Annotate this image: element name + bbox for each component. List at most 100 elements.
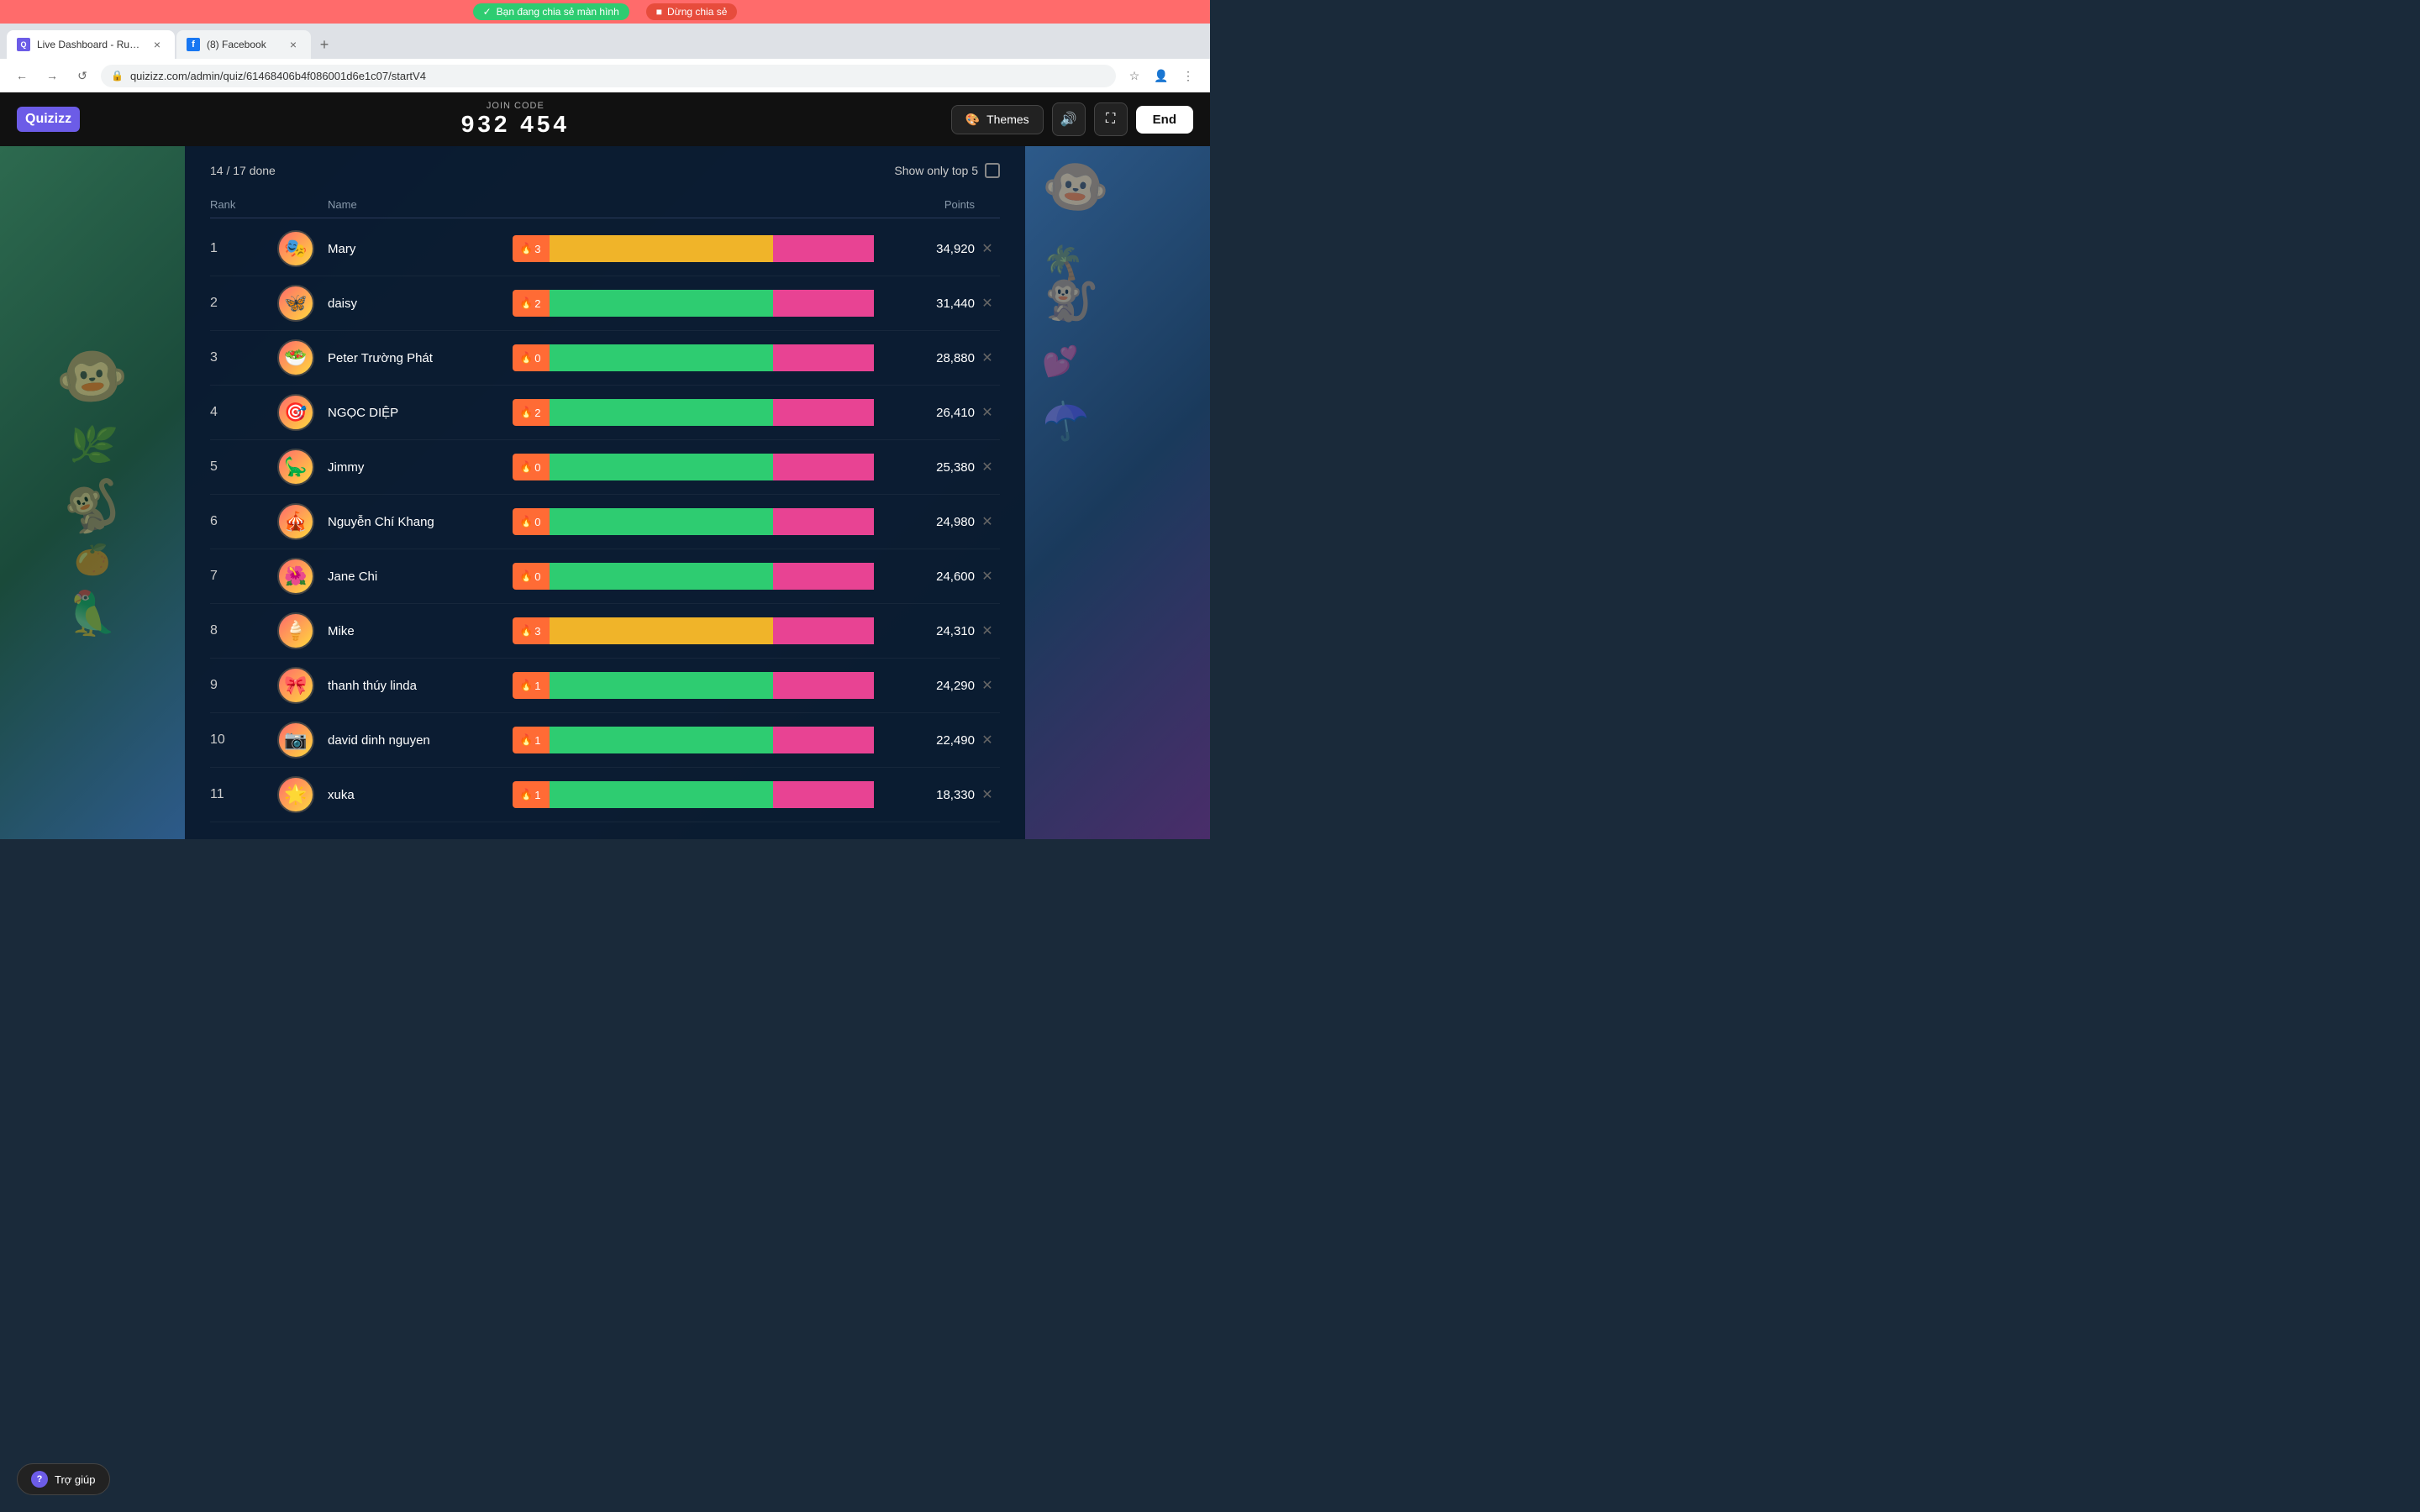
new-tab-button[interactable]: +	[313, 33, 336, 56]
stop-share-button[interactable]: ■ Dừng chia sẻ	[646, 3, 738, 20]
parrot-left: 🦜	[63, 585, 122, 642]
app-header: Quizizz JOIN CODE 932 454 🎨 Themes 🔊 ⛶ E…	[0, 92, 1210, 146]
streak-count: 2	[534, 297, 540, 310]
refresh-button[interactable]: ↺	[71, 64, 94, 87]
streak-count: 0	[534, 516, 540, 528]
remove-button[interactable]: ✕	[975, 404, 1000, 421]
bar-pink	[773, 399, 874, 426]
header-center: JOIN CODE 932 454	[461, 101, 570, 138]
remove-button[interactable]: ✕	[975, 459, 1000, 475]
bar-cell: 🔥 0	[513, 454, 874, 480]
right-decoration: 🐵 🌴 🐒 💕 ☂️	[1025, 146, 1210, 839]
remove-button[interactable]: ✕	[975, 677, 1000, 694]
remove-button[interactable]: ✕	[975, 622, 1000, 639]
url-bar[interactable]: 🔒 quizizz.com/admin/quiz/61468406b4f0860…	[101, 65, 1116, 87]
points-cell: 24,310	[874, 624, 975, 638]
profile-button[interactable]: 👤	[1150, 64, 1173, 87]
points-cell: 18,330	[874, 788, 975, 802]
help-label: Trợ giúp	[55, 1473, 96, 1486]
table-row: 6 🎪 Nguyễn Chí Khang 🔥 0 24,980 ✕	[210, 495, 1000, 549]
bar-cell: 🔥 3	[513, 617, 874, 644]
name-cell: Jimmy	[328, 460, 513, 475]
tab-quizizz[interactable]: Q Live Dashboard - Running ×	[7, 30, 175, 59]
leaderboard-table: 1 🎭 Mary 🔥 3 34,920 ✕ 2 🦋 daisy	[210, 222, 1000, 822]
browser-chrome: ✓ Bạn đang chia sẻ màn hình ■ Dừng chia …	[0, 0, 1210, 92]
streak-badge: 🔥 3	[513, 617, 550, 644]
name-header: Name	[328, 198, 513, 211]
stop-icon: ■	[656, 6, 662, 18]
remove-button[interactable]: ✕	[975, 568, 1000, 585]
remove-button[interactable]: ✕	[975, 513, 1000, 530]
bookmark-button[interactable]: ☆	[1123, 64, 1146, 87]
monkey-left-1: 🐵	[54, 344, 132, 408]
avatar: 📷	[277, 722, 314, 759]
avatar: 🎭	[277, 230, 314, 267]
name-cell: daisy	[328, 297, 513, 311]
help-icon: ?	[31, 1471, 48, 1488]
remove-button[interactable]: ✕	[975, 349, 1000, 366]
main-content: 🐵 🌿 🐒 🍊 🦜 🐵 🌴 🐒 💕 ☂️ 14 / 17 done Show o…	[0, 146, 1210, 839]
tab-facebook-close[interactable]: ×	[286, 37, 301, 52]
fullscreen-button[interactable]: ⛶	[1094, 102, 1128, 136]
fire-icon: 🔥	[519, 297, 533, 310]
tab-facebook-title: (8) Facebook	[207, 39, 279, 50]
screen-share-info: ✓ Bạn đang chia sẻ màn hình	[473, 3, 629, 20]
bar-green	[550, 672, 773, 699]
avatar-cell: 🎭	[277, 230, 328, 267]
address-bar-actions: ☆ 👤 ⋮	[1123, 64, 1200, 87]
help-button[interactable]: ? Trợ giúp	[17, 1463, 110, 1495]
remove-button[interactable]: ✕	[975, 786, 1000, 803]
bar-green	[550, 344, 773, 371]
bar-cell: 🔥 2	[513, 290, 874, 317]
streak-count: 2	[534, 407, 540, 419]
remove-button[interactable]: ✕	[975, 732, 1000, 748]
rank-cell: 4	[210, 405, 277, 420]
bar-yellow	[550, 617, 773, 644]
fire-icon: 🔥	[519, 515, 533, 528]
avatar-cell: 🦕	[277, 449, 328, 486]
table-row: 2 🦋 daisy 🔥 2 31,440 ✕	[210, 276, 1000, 331]
end-button[interactable]: End	[1136, 106, 1193, 134]
bar-green	[550, 454, 773, 480]
fire-icon: 🔥	[519, 679, 533, 692]
avatar: 🦕	[277, 449, 314, 486]
bar-green	[550, 508, 773, 535]
quizizz-favicon: Q	[17, 38, 30, 51]
name-cell: thanh thúy linda	[328, 679, 513, 693]
menu-button[interactable]: ⋮	[1176, 64, 1200, 87]
rank-cell: 11	[210, 787, 277, 802]
table-row: 9 🎀 thanh thúy linda 🔥 1 24,290 ✕	[210, 659, 1000, 713]
back-button[interactable]: ←	[10, 64, 34, 87]
fire-icon: 🔥	[519, 460, 533, 474]
bar-cell: 🔥 0	[513, 344, 874, 371]
forward-button[interactable]: →	[40, 64, 64, 87]
rank-cell: 6	[210, 514, 277, 529]
avatar-cell: 📷	[277, 722, 328, 759]
dashboard-panel: 14 / 17 done Show only top 5 Rank Name P…	[185, 146, 1025, 839]
fire-icon: 🔥	[519, 788, 533, 801]
bar-yellow	[550, 235, 773, 262]
audio-button[interactable]: 🔊	[1052, 102, 1086, 136]
bar-green	[550, 563, 773, 590]
done-text: 14 / 17 done	[210, 164, 276, 177]
themes-button[interactable]: 🎨 Themes	[951, 105, 1044, 134]
remove-button[interactable]: ✕	[975, 295, 1000, 312]
streak-count: 1	[534, 734, 540, 747]
name-cell: NGỌC DIỆP	[328, 406, 513, 420]
avatar: 🌟	[277, 776, 314, 813]
show-top5-checkbox[interactable]	[985, 163, 1000, 178]
tab-quizizz-close[interactable]: ×	[150, 37, 165, 52]
tab-bar: Q Live Dashboard - Running × f (8) Faceb…	[0, 24, 1210, 59]
name-cell: Mike	[328, 624, 513, 638]
rank-cell: 5	[210, 459, 277, 475]
remove-button[interactable]: ✕	[975, 240, 1000, 257]
fire-icon: 🔥	[519, 242, 533, 255]
streak-badge: 🔥 3	[513, 235, 550, 262]
tab-facebook[interactable]: f (8) Facebook ×	[176, 30, 311, 59]
streak-count: 0	[534, 570, 540, 583]
streak-badge: 🔥 2	[513, 290, 550, 317]
streak-badge: 🔥 0	[513, 563, 550, 590]
points-cell: 24,290	[874, 679, 975, 693]
share-check-icon: ✓	[483, 6, 492, 18]
screen-share-banner: ✓ Bạn đang chia sẻ màn hình ■ Dừng chia …	[0, 0, 1210, 24]
